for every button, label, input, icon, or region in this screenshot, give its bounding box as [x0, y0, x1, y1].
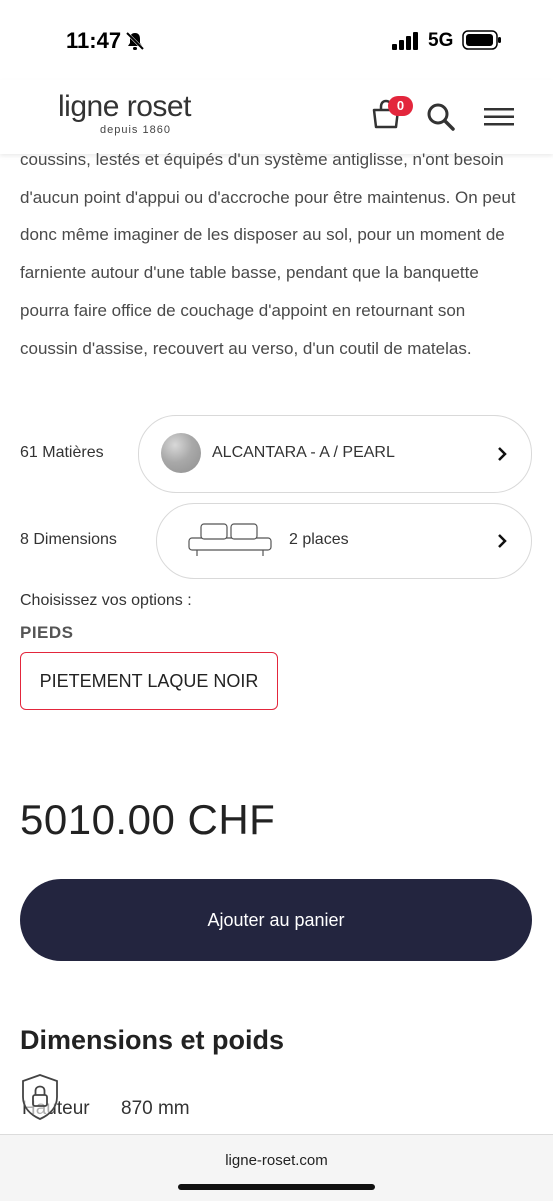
bell-muted-icon — [124, 30, 146, 57]
option-group-label: PIEDS — [20, 623, 74, 642]
status-bar: 11:47 5G — [0, 0, 553, 80]
status-time: 11:47 — [66, 28, 122, 53]
lock-icon[interactable] — [20, 1073, 60, 1126]
product-price: 5010.00 CHF — [20, 796, 276, 843]
material-selector[interactable]: ALCANTARA - A / PEARL — [138, 415, 532, 493]
specs-title: Dimensions et poids — [20, 1025, 285, 1055]
browser-bottom-bar: ligne-roset.com — [0, 1134, 553, 1201]
materials-count-label: 61 Matières — [20, 444, 104, 461]
spec-value: 870 mm — [121, 1098, 190, 1119]
cart-count-badge: 0 — [388, 96, 413, 116]
home-indicator[interactable] — [178, 1184, 375, 1190]
dimension-selector[interactable]: 2 places — [156, 503, 532, 579]
chevron-right-icon — [497, 446, 507, 467]
feet-option-button[interactable]: PIETEMENT LAQUE NOIR — [20, 652, 278, 710]
product-description: coussins, lestés et équipés d'un système… — [20, 150, 516, 358]
sofa-icon — [187, 520, 273, 565]
logo-wordmark: ligne roset — [58, 90, 191, 123]
hamburger-menu-icon[interactable] — [484, 106, 514, 133]
chevron-right-icon — [497, 533, 507, 554]
material-value: ALCANTARA - A / PEARL — [212, 444, 395, 461]
options-prompt: Choisissez vos options : — [20, 592, 192, 609]
material-swatch — [161, 433, 201, 473]
logo-tagline: depuis 1860 — [100, 124, 171, 136]
signal-icon — [392, 32, 420, 55]
battery-icon — [462, 30, 502, 55]
search-icon[interactable] — [426, 102, 456, 137]
url-bar[interactable]: ligne-roset.com — [0, 1152, 553, 1169]
dimension-value: 2 places — [289, 531, 349, 548]
add-to-cart-button[interactable]: Ajouter au panier — [20, 879, 532, 961]
brand-logo[interactable]: ligne roset depuis 1860 — [58, 90, 218, 137]
network-type: 5G — [428, 30, 454, 51]
dimensions-count-label: 8 Dimensions — [20, 531, 117, 548]
